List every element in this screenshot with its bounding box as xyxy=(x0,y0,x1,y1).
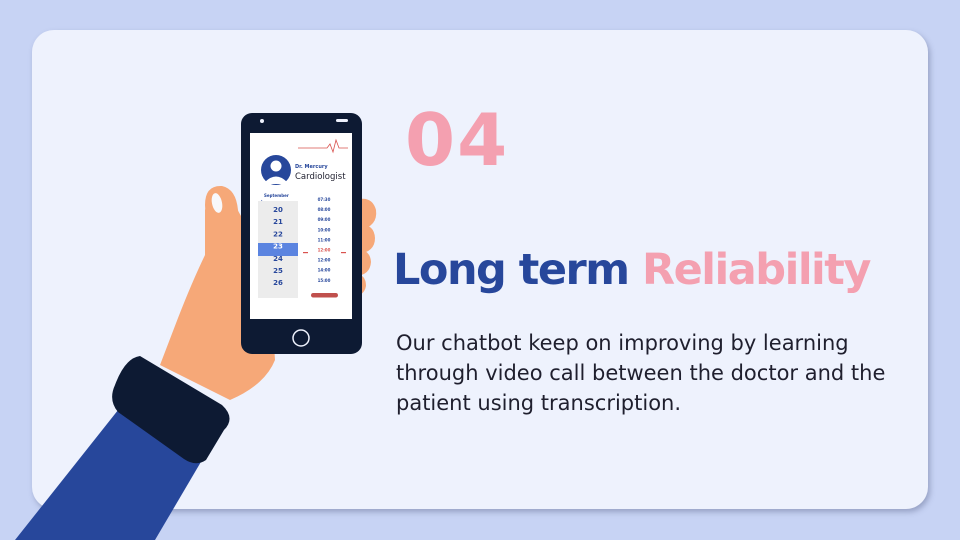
time-item[interactable]: 09:00 xyxy=(318,217,331,222)
time-item[interactable]: 07:30 xyxy=(318,197,331,202)
date-item[interactable]: 22 xyxy=(273,230,283,238)
slide-body: Our chatbot keep on improving by learnin… xyxy=(396,331,886,415)
time-item[interactable]: 12:00 xyxy=(318,248,331,253)
date-item[interactable]: 21 xyxy=(273,218,283,226)
avatar-head xyxy=(270,160,282,172)
title-part-2: Reliability xyxy=(642,245,871,295)
month-label: September xyxy=(264,193,289,198)
time-item[interactable]: 08:00 xyxy=(318,207,331,212)
thumb xyxy=(205,185,246,262)
time-item[interactable]: 11:00 xyxy=(318,237,331,242)
camera-dot xyxy=(260,119,264,123)
slide-title: Long term Reliability xyxy=(393,249,871,292)
doctor-name: Dr. Mercury xyxy=(295,164,328,170)
date-item[interactable]: 20 xyxy=(273,206,283,214)
time-minus-mark xyxy=(341,252,346,254)
title-part-1: Long term xyxy=(393,245,630,295)
time-item[interactable]: 15:00 xyxy=(318,278,331,283)
doctor-role: Cardiologist xyxy=(295,172,346,182)
book-button[interactable] xyxy=(311,293,338,298)
date-item[interactable]: 25 xyxy=(273,267,283,275)
date-item[interactable]: 23 xyxy=(273,243,283,251)
date-minus-mark xyxy=(303,252,308,254)
time-item[interactable]: 14:00 xyxy=(318,268,331,273)
speaker-bar xyxy=(336,119,348,122)
time-list[interactable]: 07:30 08:00 09:00 10:00 11:00 12:00 12:00 14:00… xyxy=(318,197,331,283)
time-item[interactable]: 12:00 xyxy=(318,258,331,263)
date-item[interactable]: 24 xyxy=(273,255,283,263)
time-item[interactable]: 10:00 xyxy=(318,227,331,232)
slide-number: 04 xyxy=(405,98,510,182)
date-item[interactable]: 26 xyxy=(273,279,283,287)
